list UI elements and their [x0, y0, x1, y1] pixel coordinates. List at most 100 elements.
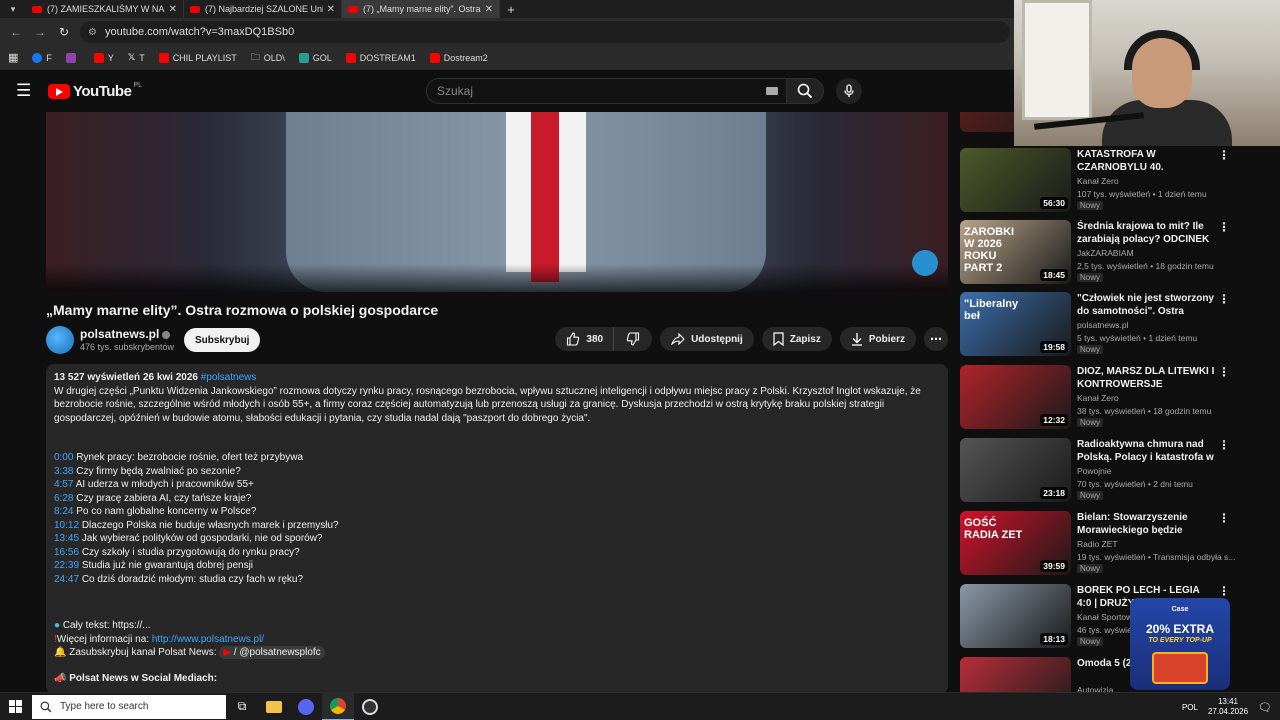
browser-tab-1[interactable]: (7) ZAMIESZKALIŚMY W NASZ ✕ — [26, 0, 184, 18]
bookmark-6[interactable]: 🗀 OLD\ — [251, 50, 285, 66]
recommended-video[interactable]: GOŚĆ RADIA ZET 39:59 Bielan: Stowarzyszeni… — [960, 511, 1260, 577]
video-thumbnail[interactable]: GOŚĆ RADIA ZET 39:59 — [960, 511, 1071, 575]
chapter-timestamp-link[interactable]: 16:56 — [54, 547, 79, 558]
video-thumbnail[interactable] — [960, 657, 1071, 692]
windows-logo-icon — [8, 700, 22, 713]
tab-search-icon[interactable]: ▾ — [0, 0, 26, 18]
video-thumbnail[interactable]: "Liberalny beł 19:58 — [960, 292, 1071, 356]
subscriber-count: 476 tys. subskrybentów — [80, 342, 175, 352]
youtube-logo[interactable]: YouTube PL — [48, 82, 142, 100]
taskbar-search-input[interactable]: Type here to search — [32, 694, 226, 719]
back-button[interactable]: ← — [4, 25, 28, 39]
chapter-timestamp-link[interactable]: 10:12 — [54, 520, 79, 531]
chapter-item: 24:47 Co dziś doradzić młodym: studia cz… — [54, 573, 940, 587]
bookmark-9[interactable]: Dostream2 — [429, 52, 488, 63]
bookmark-label: Y — [107, 52, 114, 63]
chapter-timestamp-link[interactable]: 22:39 — [54, 560, 79, 571]
hashtag-link[interactable]: #polsatnews — [201, 372, 257, 383]
obs-button[interactable] — [354, 693, 386, 720]
description-body: W drugiej części „Punktu Widzenia Jankow… — [54, 385, 921, 424]
channel-name[interactable]: polsatnews.pl — [80, 327, 171, 341]
language-indicator[interactable]: POL — [1182, 703, 1198, 712]
save-button[interactable]: Zapisz — [761, 327, 832, 351]
clock[interactable]: 13:41 27.04.2026 — [1208, 697, 1248, 717]
channel-handle-link[interactable]: ▶ / @polsatnewsplofc — [219, 646, 325, 659]
video-thumbnail[interactable]: ZAROBKI W 2026 ROKU PART 2 18:45 — [960, 220, 1071, 284]
more-actions-button[interactable]: ⋯ — [924, 327, 948, 351]
channel-watermark-icon[interactable] — [912, 250, 938, 276]
bookmark-2[interactable] — [65, 52, 80, 63]
recommended-video[interactable]: 56:30 KATASTROFA W CZARNOBYLU 40. ROCZNIC… — [960, 148, 1260, 214]
recommended-video[interactable]: "Liberalny beł 19:58 "Człowiek nie jest st… — [960, 292, 1260, 358]
discord-button[interactable] — [290, 693, 322, 720]
subscribe-button[interactable]: Subskrybuj — [184, 328, 261, 352]
share-button[interactable]: Udostępnij — [660, 327, 754, 351]
webcam-overlay — [1014, 0, 1280, 146]
recommended-video[interactable]: ZAROBKI W 2026 ROKU PART 2 18:45 Średnia k… — [960, 220, 1260, 286]
more-vertical-icon[interactable]: ⋮ — [1218, 220, 1230, 234]
site-info-icon[interactable]: ⚙ — [88, 27, 97, 38]
more-vertical-icon[interactable]: ⋮ — [1218, 148, 1230, 162]
close-icon[interactable]: ✕ — [169, 4, 177, 15]
menu-icon[interactable]: ☰ — [16, 81, 36, 101]
video-player[interactable] — [46, 112, 948, 292]
more-vertical-icon[interactable]: ⋮ — [1218, 438, 1230, 452]
more-vertical-icon[interactable]: ⋮ — [1218, 584, 1230, 598]
url-input[interactable]: ⚙ youtube.com/watch?v=3maxDQ1BSb0 — [80, 21, 1010, 43]
recommended-video[interactable]: 12:32 DIOZ, MARSZ DLA LITEWKI I KONTROWER… — [960, 365, 1260, 431]
channel-avatar[interactable] — [46, 326, 74, 354]
voice-search-button[interactable] — [836, 78, 862, 104]
video-thumbnail[interactable]: 18:13 — [960, 584, 1071, 648]
chapter-timestamp-link[interactable]: 4:57 — [54, 479, 73, 490]
more-vertical-icon[interactable]: ⋮ — [1218, 365, 1230, 379]
notification-icon[interactable]: 🗨 — [1258, 701, 1272, 714]
ad-banner[interactable]: Case 20% EXTRA TO EVERY TOP-UP — [1130, 598, 1230, 690]
more-vertical-icon[interactable]: ⋮ — [1218, 511, 1230, 525]
video-meta: 2,5 tys. wyświetleń • 18 godzin temu — [1077, 261, 1214, 271]
start-button[interactable] — [0, 700, 30, 713]
new-tab-button[interactable]: + — [500, 0, 522, 18]
forward-button[interactable]: → — [28, 25, 52, 39]
bookmark-4[interactable]: 𝕏T — [128, 52, 145, 63]
keyboard-icon[interactable] — [766, 87, 778, 95]
search-button[interactable] — [786, 78, 824, 104]
apps-grid-icon[interactable]: ▦ — [8, 51, 18, 64]
duration-badge: 39:59 — [1040, 560, 1068, 572]
more-info-link[interactable]: http://www.polsatnews.pl/ — [152, 634, 264, 645]
bookmark-label: GOL — [312, 52, 332, 63]
close-icon[interactable]: ✕ — [485, 4, 493, 15]
browser-tab-3[interactable]: (7) „Mamy marne elity”. Ostra ✕ — [342, 0, 500, 18]
search-input[interactable]: Szukaj — [426, 78, 786, 104]
recommended-video[interactable]: 23:18 Radioaktywna chmura nad Polską. Pol… — [960, 438, 1260, 504]
new-badge: Nowy — [1077, 637, 1104, 646]
chapter-timestamp-link[interactable]: 3:38 — [54, 466, 73, 477]
download-button[interactable]: Pobierz — [839, 327, 916, 351]
ad-subline: TO EVERY TOP-UP — [1148, 637, 1212, 644]
video-thumbnail[interactable]: 12:32 — [960, 365, 1071, 429]
close-icon[interactable]: ✕ — [327, 4, 335, 15]
chapter-timestamp-link[interactable]: 6:28 — [54, 493, 73, 504]
bookmark-5[interactable]: CHIL PLAYLIST — [158, 52, 237, 63]
chrome-button[interactable] — [322, 692, 354, 720]
bookmark-3[interactable]: Y — [93, 52, 114, 63]
bookmark-8[interactable]: DOSTREAM1 — [345, 52, 416, 63]
video-thumbnail[interactable]: 23:18 — [960, 438, 1071, 502]
chapter-item: 13:45 Jak wybierać polityków od gospodar… — [54, 532, 940, 546]
video-thumbnail[interactable]: 56:30 — [960, 148, 1071, 212]
file-explorer-button[interactable] — [258, 693, 290, 720]
dislike-button[interactable] — [614, 327, 653, 351]
new-badge: Nowy — [1077, 273, 1104, 282]
description-box[interactable]: 13 527 wyświetleń 26 kwi 2026 #polsatnew… — [46, 364, 948, 694]
browser-tab-2[interactable]: (7) Najbardziej SZALONE Univ ✕ — [184, 0, 342, 18]
bookmark-1[interactable]: F — [32, 52, 52, 63]
chapter-timestamp-link[interactable]: 24:47 — [54, 574, 79, 585]
bookmark-7[interactable]: GOL — [298, 52, 332, 63]
chapter-label: Po co nam globalne koncerny w Polsce? — [76, 506, 257, 517]
reload-button[interactable]: ↻ — [52, 25, 76, 39]
like-button[interactable]: 380 — [555, 327, 615, 351]
task-view-button[interactable]: ⧉ — [226, 693, 258, 720]
chapter-timestamp-link[interactable]: 13:45 — [54, 533, 79, 544]
chapter-timestamp-link[interactable]: 0:00 — [54, 452, 73, 463]
more-vertical-icon[interactable]: ⋮ — [1218, 292, 1230, 306]
chapter-timestamp-link[interactable]: 8:24 — [54, 506, 73, 517]
